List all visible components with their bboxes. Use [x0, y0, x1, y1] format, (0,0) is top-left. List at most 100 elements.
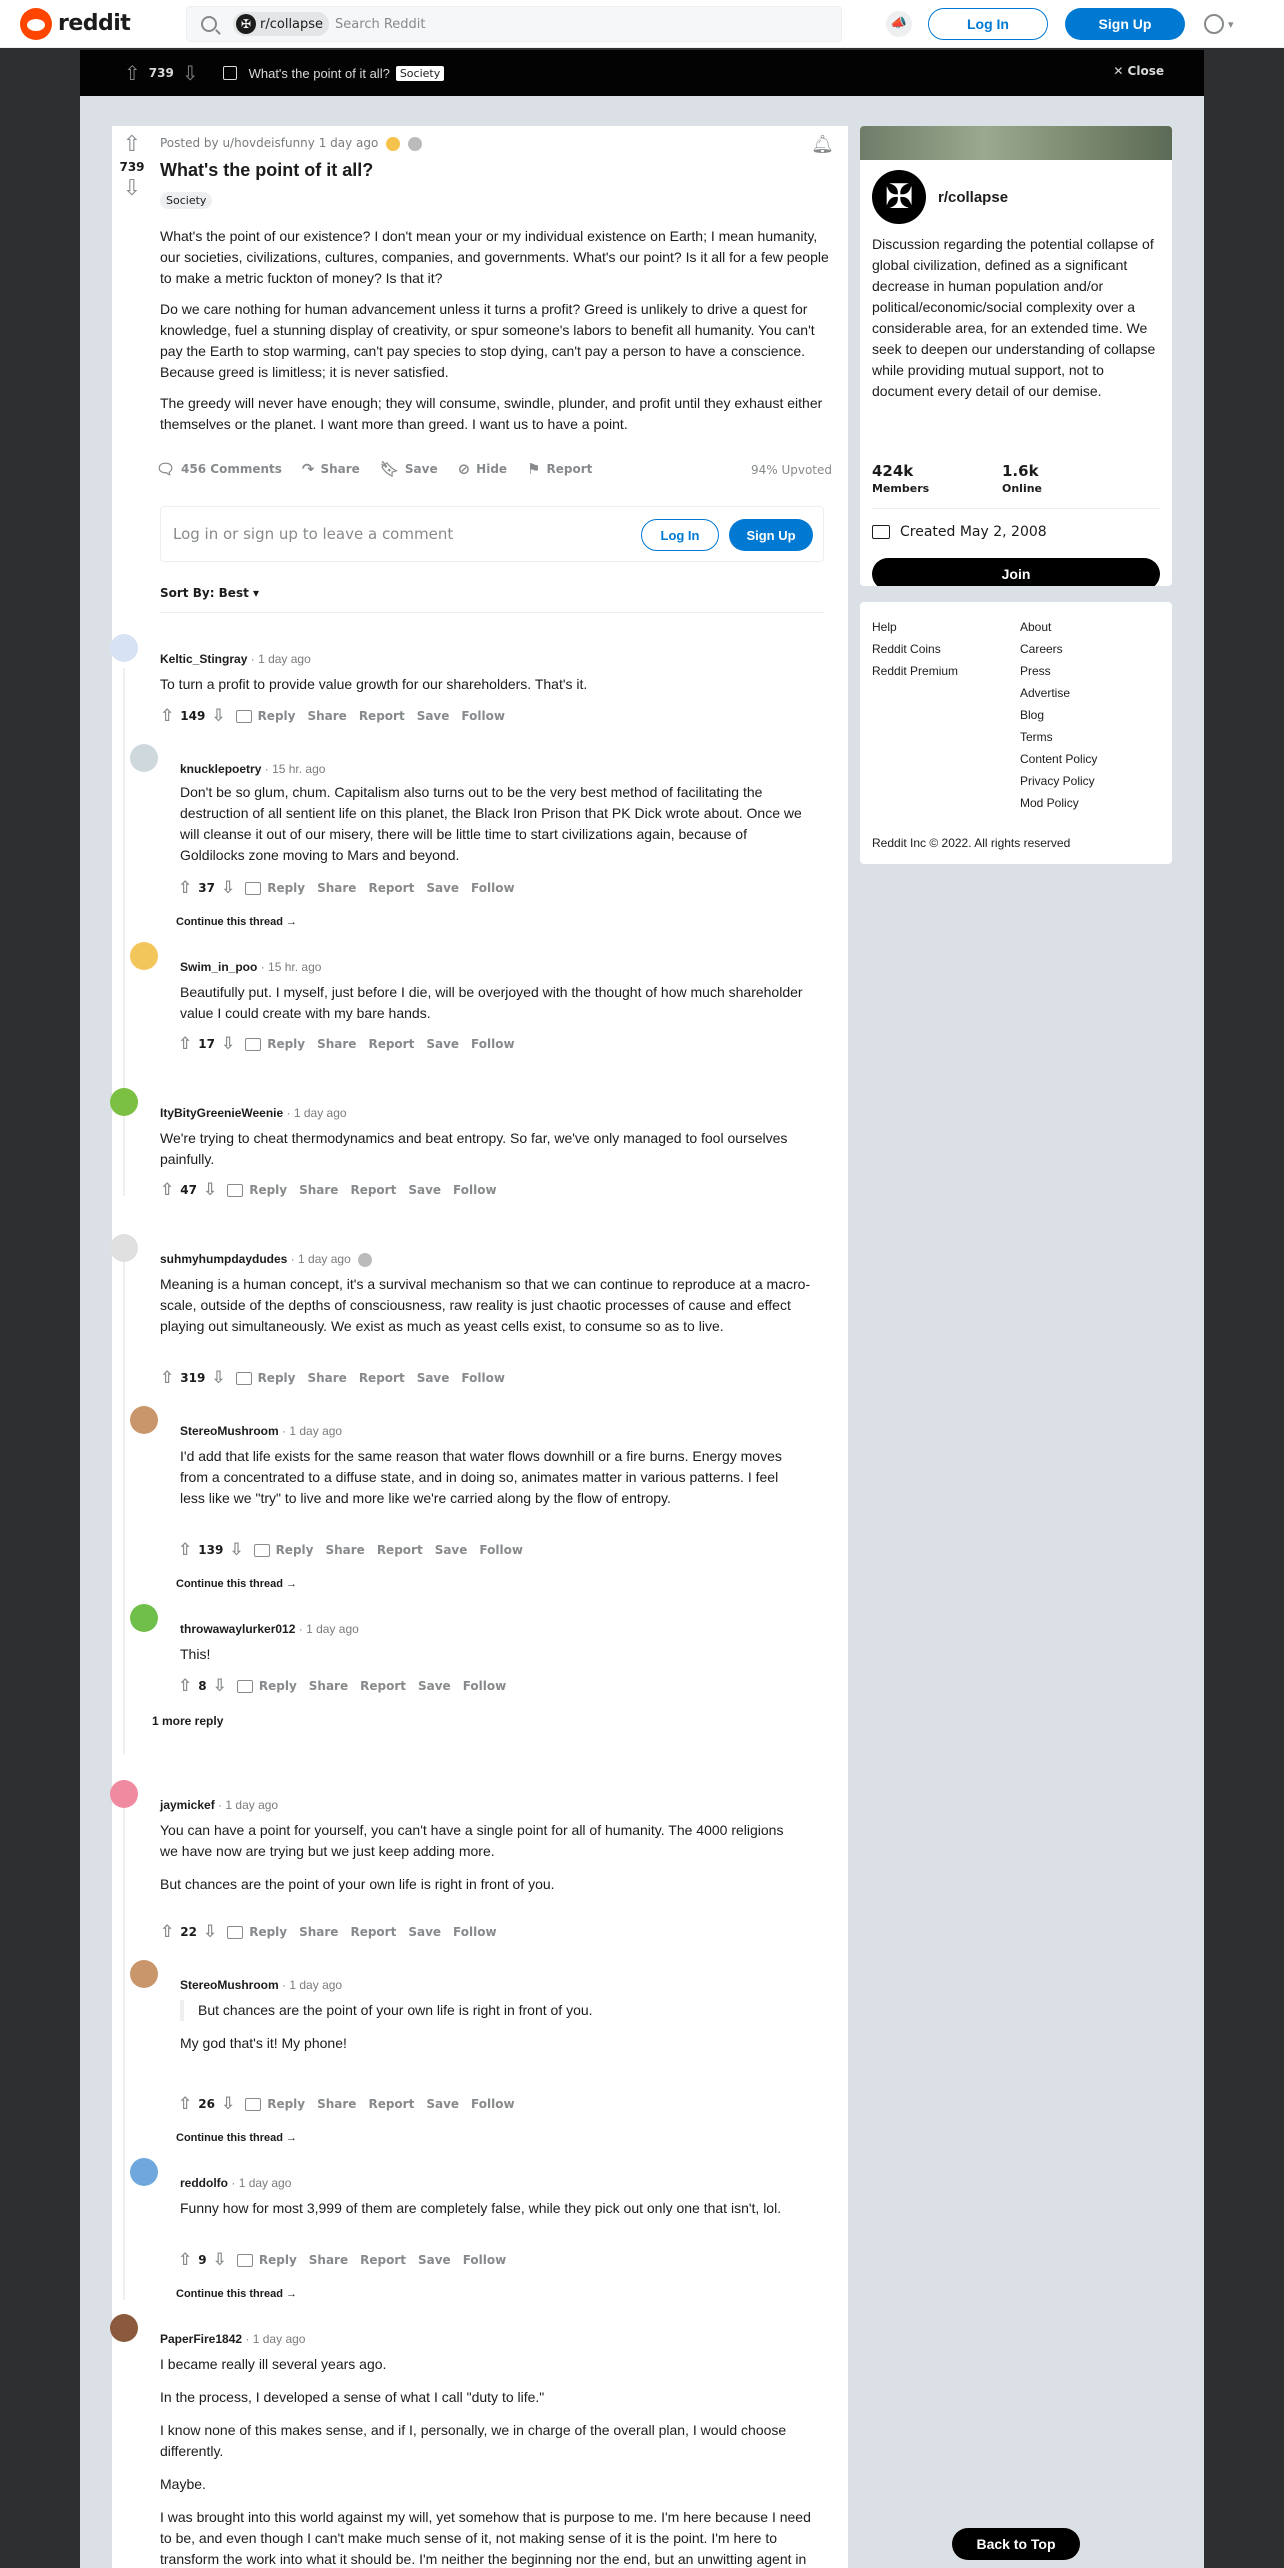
username[interactable]: Swim_in_poo [180, 960, 257, 974]
footer-link[interactable]: Help [872, 616, 958, 638]
reply-button[interactable]: Reply [258, 709, 296, 723]
username[interactable]: ItyBityGreenieWeenie [160, 1106, 283, 1120]
join-button[interactable]: Join [872, 558, 1160, 586]
upvote-icon[interactable]: ⇧ [178, 2250, 192, 2270]
follow-button[interactable]: Follow [471, 881, 515, 895]
reply-button[interactable]: Reply [267, 2097, 305, 2111]
downvote-icon[interactable]: ⇩ [112, 178, 152, 200]
upvote-icon[interactable]: ⇧ [112, 134, 152, 156]
share-button[interactable]: Share [317, 1037, 356, 1051]
report-button[interactable]: ⚑ Report [527, 460, 592, 478]
continue-thread-link[interactable]: Continue this thread → [176, 1578, 297, 1590]
comment-author[interactable]: StereoMushroom · 1 day ago [180, 1424, 342, 1438]
avatar[interactable] [130, 942, 158, 970]
post-author-time[interactable]: Posted by u/hovdeisfunny 1 day ago [160, 136, 378, 150]
avatar[interactable] [130, 2158, 158, 2186]
save-button[interactable]: Save [408, 1925, 441, 1939]
comment-signup-button[interactable]: Sign Up [729, 519, 813, 551]
share-button[interactable]: Share [309, 1679, 348, 1693]
downvote-icon[interactable]: ⇩ [213, 1676, 227, 1696]
comments-button[interactable]: 🗨︎ 456 Comments [156, 460, 282, 478]
follow-button[interactable]: Follow [461, 1371, 505, 1385]
save-button[interactable]: Save [417, 1371, 450, 1385]
share-button[interactable]: Share [309, 2253, 348, 2267]
report-button[interactable]: Report [360, 2253, 406, 2267]
share-button[interactable]: Share [317, 881, 356, 895]
subreddit-filter-chip[interactable]: ✠ r/collapse [233, 12, 330, 36]
username[interactable]: PaperFire1842 [160, 2332, 242, 2346]
comment-author[interactable]: jaymickef · 1 day ago [160, 1798, 278, 1812]
subreddit-name[interactable]: r/collapse [938, 189, 1008, 206]
downvote-icon[interactable]: ⇩ [203, 1180, 217, 1200]
report-button[interactable]: Report [359, 709, 405, 723]
footer-link[interactable]: Privacy Policy [1020, 770, 1097, 792]
advertise-icon[interactable]: 📣 [886, 11, 912, 37]
upvote-icon[interactable]: ⇧ [178, 878, 192, 898]
downvote-icon[interactable]: ⇩ [203, 1922, 217, 1942]
save-button[interactable]: Save [426, 881, 459, 895]
report-button[interactable]: Report [377, 1543, 423, 1557]
hide-button[interactable]: ⊘ Hide [458, 460, 507, 478]
continue-thread-link[interactable]: Continue this thread → [176, 2288, 297, 2300]
reply-button[interactable]: Reply [276, 1543, 314, 1557]
avatar[interactable] [130, 1960, 158, 1988]
report-button[interactable]: Report [368, 881, 414, 895]
upvote-icon[interactable]: ⇧ [178, 1034, 192, 1054]
share-button[interactable]: Share [299, 1925, 338, 1939]
share-button[interactable]: ↷ Share [302, 460, 360, 478]
continue-thread-link[interactable]: Continue this thread → [176, 916, 297, 928]
save-button[interactable]: Save [435, 1543, 468, 1557]
search-input[interactable]: Search Reddit [335, 17, 425, 32]
report-button[interactable]: Report [368, 1037, 414, 1051]
avatar[interactable] [110, 2314, 138, 2342]
report-button[interactable]: Report [360, 1679, 406, 1693]
follow-button[interactable]: Follow [461, 709, 505, 723]
follow-button[interactable]: Follow [453, 1925, 497, 1939]
avatar[interactable] [110, 1088, 138, 1116]
avatar[interactable] [130, 1406, 158, 1434]
follow-button[interactable]: Follow [471, 1037, 515, 1051]
comment-author[interactable]: knucklepoetry · 15 hr. ago [180, 762, 325, 776]
downvote-icon[interactable]: ⇩ [211, 706, 225, 726]
footer-link[interactable]: About [1020, 616, 1097, 638]
downvote-icon[interactable]: ⇩ [213, 2250, 227, 2270]
upvote-icon[interactable]: ⇧ [160, 1180, 174, 1200]
reply-button[interactable]: Reply [258, 1371, 296, 1385]
reply-button[interactable]: Reply [249, 1183, 287, 1197]
share-button[interactable]: Share [317, 2097, 356, 2111]
comment-author[interactable]: Swim_in_poo · 15 hr. ago [180, 960, 321, 974]
upvote-icon[interactable]: ⇧ [160, 1922, 174, 1942]
login-button[interactable]: Log In [928, 8, 1048, 40]
username[interactable]: Keltic_Stingray [160, 652, 247, 666]
upvote-icon[interactable]: ⇧ [160, 706, 174, 726]
avatar[interactable] [110, 1234, 138, 1262]
close-button[interactable]: ✕ Close [1113, 64, 1164, 78]
report-button[interactable]: Report [350, 1183, 396, 1197]
follow-button[interactable]: Follow [463, 1679, 507, 1693]
upvote-icon[interactable]: ⇧ [178, 1676, 192, 1696]
username[interactable]: reddolfo [180, 2176, 228, 2190]
search-bar[interactable]: ✠ r/collapse Search Reddit [186, 6, 842, 42]
footer-link[interactable]: Advertise [1020, 682, 1097, 704]
share-button[interactable]: Share [325, 1543, 364, 1557]
follow-button[interactable]: Follow [479, 1543, 523, 1557]
reply-button[interactable]: Reply [249, 1925, 287, 1939]
report-button[interactable]: Report [359, 1371, 405, 1385]
upvote-icon[interactable]: ⇧ [178, 1540, 192, 1560]
comment-login-button[interactable]: Log In [641, 519, 719, 551]
footer-link[interactable]: Careers [1020, 638, 1097, 660]
back-to-top-button[interactable]: Back to Top [952, 2528, 1080, 2560]
share-button[interactable]: Share [307, 1371, 346, 1385]
username[interactable]: throwawaylurker012 [180, 1622, 295, 1636]
downvote-icon[interactable]: ⇩ [221, 878, 235, 898]
comment-author[interactable]: PaperFire1842 · 1 day ago [160, 2332, 305, 2346]
reddit-logo[interactable]: reddit [20, 7, 131, 40]
avatar[interactable] [130, 744, 158, 772]
username[interactable]: suhmyhumpdaydudes [160, 1252, 287, 1266]
sort-dropdown[interactable]: Sort By: Best ▾ [160, 586, 259, 600]
footer-link[interactable]: Terms [1020, 726, 1097, 748]
footer-link[interactable]: Reddit Coins [872, 638, 958, 660]
subreddit-icon[interactable]: ✠ [872, 170, 926, 224]
username[interactable]: jaymickef [160, 1798, 215, 1812]
reply-button[interactable]: Reply [259, 2253, 297, 2267]
